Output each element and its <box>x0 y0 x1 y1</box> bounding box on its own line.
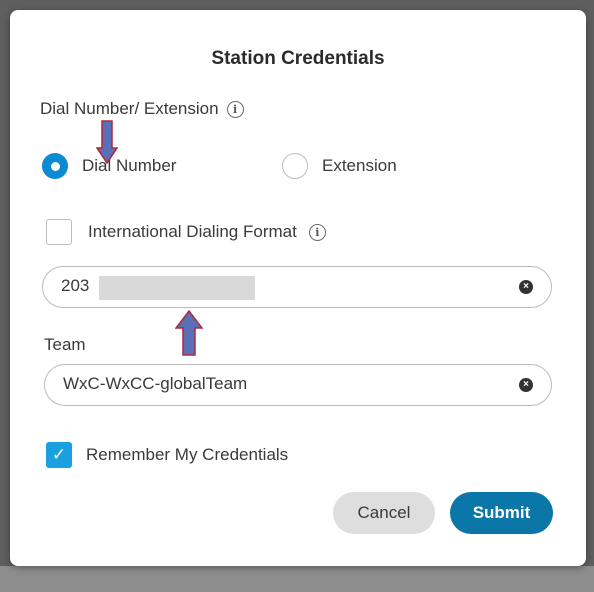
down-arrow-icon <box>96 120 118 164</box>
info-icon[interactable]: i <box>226 100 244 118</box>
intl-format-label[interactable]: International Dialing Format <box>88 222 297 242</box>
station-credentials-dialog: Station Credentials Dial Number/ Extensi… <box>10 10 586 566</box>
dialog-title: Station Credentials <box>211 48 385 69</box>
team-input[interactable] <box>63 374 503 394</box>
team-field[interactable]: × <box>44 364 552 406</box>
redacted-block <box>99 276 255 300</box>
dial-extension-label-text: Dial Number/ Extension <box>40 99 219 118</box>
intl-format-checkbox[interactable] <box>46 219 72 245</box>
dial-extension-label: Dial Number/ Extension i <box>40 99 244 119</box>
dial-number-field[interactable]: × <box>42 266 552 308</box>
radio-dial-number-control[interactable] <box>42 153 68 179</box>
radio-extension-label[interactable]: Extension <box>322 156 397 176</box>
submit-button[interactable]: Submit <box>450 492 553 534</box>
remember-label[interactable]: Remember My Credentials <box>86 445 288 465</box>
info-icon[interactable]: i <box>308 223 326 241</box>
team-label: Team <box>44 335 86 354</box>
backdrop <box>0 566 594 592</box>
cancel-button[interactable]: Cancel <box>333 492 435 534</box>
radio-extension[interactable]: Extension <box>282 153 397 179</box>
clear-dial-number-icon[interactable]: × <box>519 280 533 294</box>
remember-checkbox[interactable]: ✓ <box>46 442 72 468</box>
clear-team-icon[interactable]: × <box>519 378 533 392</box>
radio-extension-control[interactable] <box>282 153 308 179</box>
remember-checkbox-row[interactable]: ✓ Remember My Credentials <box>46 442 288 468</box>
up-arrow-icon <box>175 310 203 356</box>
intl-format-checkbox-row[interactable]: International Dialing Format i <box>46 219 326 245</box>
